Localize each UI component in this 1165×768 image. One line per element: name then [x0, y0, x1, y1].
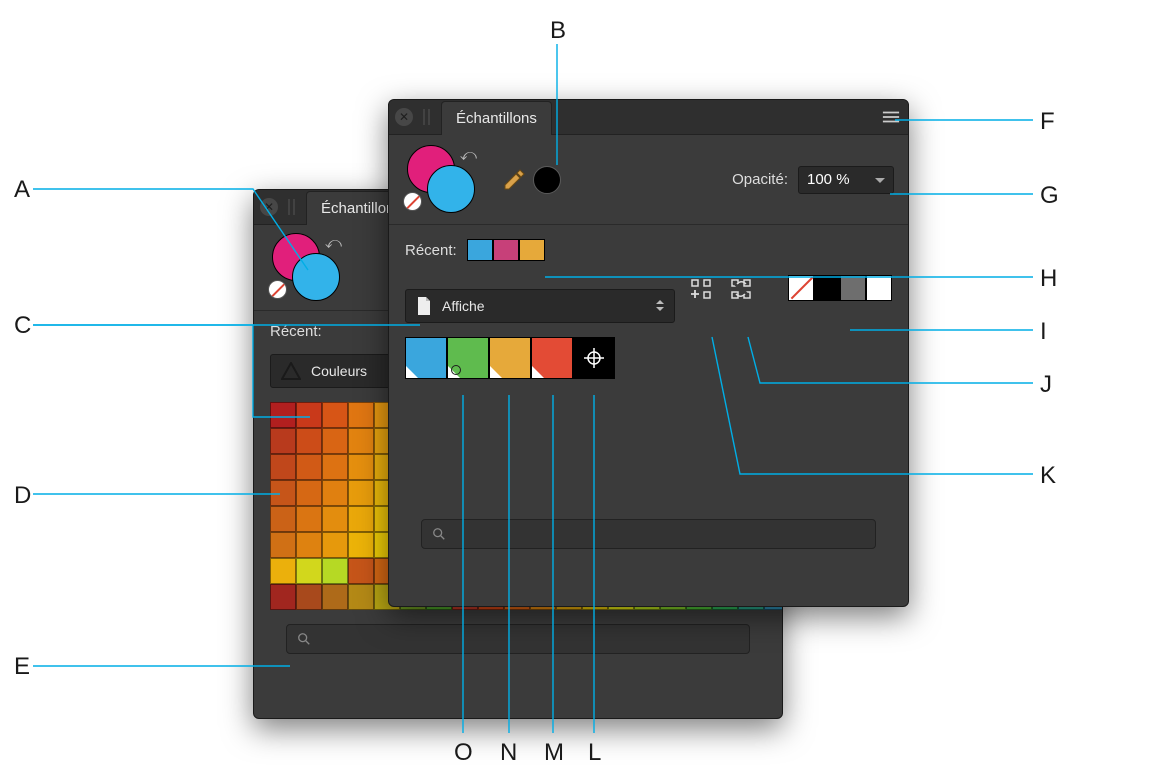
base-swatch[interactable]: [866, 275, 892, 301]
grid-swatch[interactable]: [348, 454, 374, 480]
panel-menu-button[interactable]: [880, 106, 902, 128]
palette-dropdown[interactable]: Affiche: [405, 289, 675, 323]
unlink-swatch-button[interactable]: [727, 275, 755, 303]
opacity-value: 100 %: [807, 171, 850, 188]
grid-swatch[interactable]: [322, 584, 348, 610]
grid-swatch[interactable]: [296, 402, 322, 428]
grid-swatch[interactable]: [296, 428, 322, 454]
opacity-field[interactable]: 100 %: [798, 166, 894, 194]
palette-name: Couleurs: [311, 363, 367, 379]
drag-handle-icon[interactable]: [423, 109, 433, 125]
grid-swatch[interactable]: [348, 428, 374, 454]
recent-label: Récent:: [405, 242, 457, 259]
stepper-icon[interactable]: [654, 296, 666, 315]
recent-swatches: [467, 239, 545, 261]
close-button[interactable]: ✕: [260, 198, 278, 216]
recent-label: Récent:: [270, 323, 322, 340]
recent-swatch[interactable]: [493, 239, 519, 261]
stroke-color-well[interactable]: [427, 165, 475, 213]
grid-swatch[interactable]: [270, 454, 296, 480]
swatches-panel-front: ✕ Échantillons ⤺ Opacité: 100 % Récent:: [388, 99, 909, 607]
grid-swatch[interactable]: [296, 532, 322, 558]
grid-swatch[interactable]: [322, 402, 348, 428]
callout-D: D: [14, 482, 32, 510]
grid-swatch[interactable]: [270, 480, 296, 506]
swap-colors-icon[interactable]: ⤺: [460, 147, 477, 165]
callout-F: F: [1040, 108, 1055, 136]
document-palette-icon: [416, 296, 432, 316]
search-field[interactable]: [421, 519, 876, 549]
eyedropper-button[interactable]: [501, 167, 527, 193]
stroke-color-well[interactable]: [292, 253, 340, 301]
palette-swatch[interactable]: [447, 337, 489, 379]
callout-C: C: [14, 312, 32, 340]
callout-K: K: [1040, 462, 1057, 490]
grid-swatch[interactable]: [348, 402, 374, 428]
grid-swatch[interactable]: [348, 506, 374, 532]
callout-J: J: [1040, 371, 1053, 399]
palette-swatch[interactable]: [405, 337, 447, 379]
grid-swatch[interactable]: [322, 454, 348, 480]
sampled-color-well[interactable]: [533, 166, 561, 194]
search-field[interactable]: [286, 624, 750, 654]
registration-swatch[interactable]: [573, 337, 615, 379]
callout-A: A: [14, 176, 31, 204]
grid-swatch[interactable]: [270, 428, 296, 454]
palette-swatch[interactable]: [531, 337, 573, 379]
palette-swatches: [405, 337, 892, 379]
swap-colors-icon[interactable]: ⤺: [325, 235, 342, 253]
callout-B: B: [550, 17, 567, 45]
tab-label: Échantillons: [456, 110, 537, 127]
callout-L: L: [588, 739, 602, 767]
grid-swatch[interactable]: [270, 532, 296, 558]
palette-swatch[interactable]: [489, 337, 531, 379]
callout-N: N: [500, 739, 518, 767]
grid-swatch[interactable]: [296, 584, 322, 610]
grid-swatch[interactable]: [348, 584, 374, 610]
grid-swatch[interactable]: [270, 584, 296, 610]
grid-swatch[interactable]: [348, 558, 374, 584]
grid-swatch[interactable]: [348, 532, 374, 558]
none-color-icon[interactable]: [268, 280, 287, 299]
grid-swatch[interactable]: [296, 506, 322, 532]
base-swatch[interactable]: [840, 275, 866, 301]
grid-swatch[interactable]: [296, 454, 322, 480]
callout-M: M: [544, 739, 565, 767]
grid-swatch[interactable]: [296, 558, 322, 584]
none-color-icon[interactable]: [403, 192, 422, 211]
grid-swatch[interactable]: [270, 506, 296, 532]
opacity-label: Opacité:: [732, 171, 788, 188]
panel-header: ✕ Échantillons: [389, 100, 908, 135]
callout-E: E: [14, 653, 31, 681]
grid-swatch[interactable]: [296, 480, 322, 506]
color-selector: ⤺ Opacité: 100 %: [389, 135, 908, 225]
recent-swatch[interactable]: [519, 239, 545, 261]
recent-swatch[interactable]: [467, 239, 493, 261]
grid-swatch[interactable]: [322, 480, 348, 506]
drag-handle-icon[interactable]: [288, 199, 298, 215]
grid-swatch[interactable]: [322, 506, 348, 532]
add-swatch-from-document-button[interactable]: [687, 275, 715, 303]
grid-swatch[interactable]: [270, 558, 296, 584]
callout-O: O: [454, 739, 473, 767]
grid-swatch[interactable]: [348, 480, 374, 506]
callout-H: H: [1040, 265, 1058, 293]
close-button[interactable]: ✕: [395, 108, 413, 126]
grid-swatch[interactable]: [270, 402, 296, 428]
callout-G: G: [1040, 182, 1059, 210]
grid-swatch[interactable]: [322, 558, 348, 584]
callout-I: I: [1040, 318, 1047, 346]
tab-swatches[interactable]: Échantillons: [441, 101, 552, 135]
grid-swatch[interactable]: [322, 532, 348, 558]
palette-name: Affiche: [442, 298, 485, 314]
grid-swatch[interactable]: [322, 428, 348, 454]
base-swatches: [788, 275, 892, 301]
none-swatch[interactable]: [788, 275, 814, 301]
base-swatch[interactable]: [814, 275, 840, 301]
app-palette-icon: [281, 362, 301, 380]
